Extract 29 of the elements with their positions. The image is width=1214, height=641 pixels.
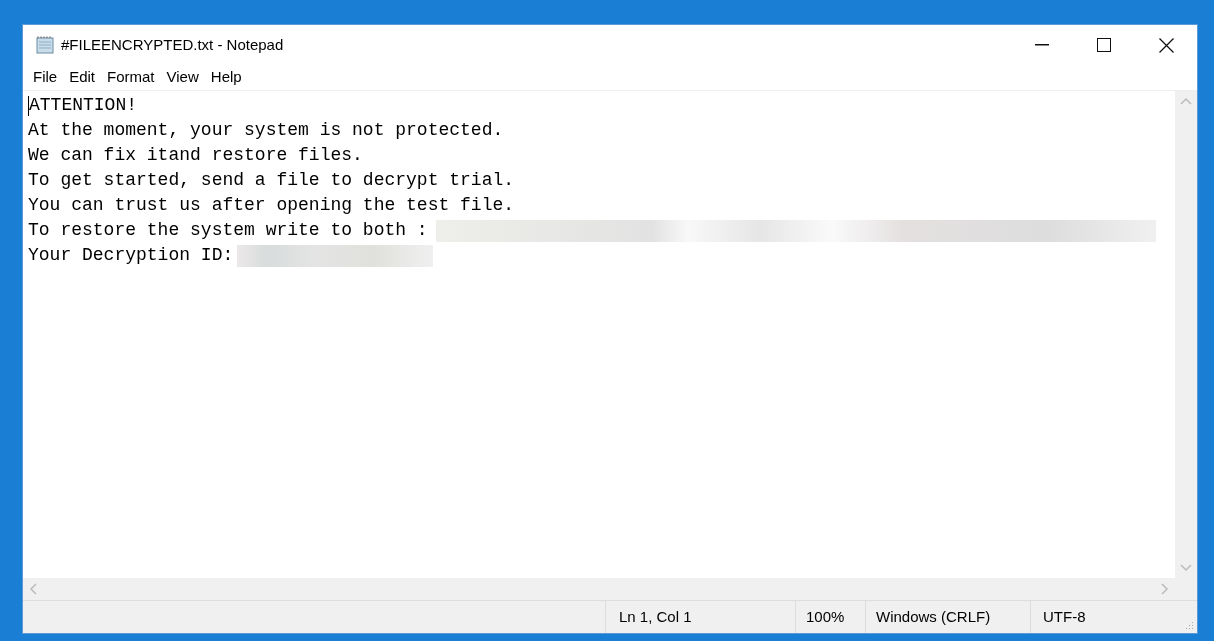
close-icon: [1158, 37, 1174, 53]
text-line: You can trust us after opening the test file.: [28, 194, 515, 217]
text-cursor: [28, 95, 29, 116]
window-title: #FILEENCRYPTED.txt - Notepad: [61, 34, 284, 55]
text-line: At the moment, your system is not protected.: [28, 119, 504, 142]
scroll-down-icon[interactable]: [1180, 564, 1192, 572]
horizontal-scrollbar[interactable]: [23, 578, 1175, 600]
text-line: To restore the system write to both :: [28, 219, 428, 242]
menu-item[interactable]: Format: [101, 66, 161, 89]
scroll-up-icon[interactable]: [1180, 97, 1192, 105]
maximize-icon: [1097, 38, 1111, 52]
zoom-level: 100%: [806, 606, 845, 627]
encoding: UTF-8: [1043, 606, 1086, 627]
text-line: We can fix itand restore files.: [28, 144, 363, 167]
vertical-scrollbar[interactable]: [1175, 91, 1197, 578]
menu-item[interactable]: View: [160, 66, 205, 89]
line-ending: Windows (CRLF): [876, 606, 991, 627]
text-line: To get started, send a file to decrypt trial.: [28, 169, 515, 192]
text-line: ATTENTION!: [29, 94, 138, 117]
cursor-position: Ln 1, Col 1: [619, 606, 692, 627]
size-grip-icon[interactable]: [1184, 620, 1194, 630]
scroll-left-icon[interactable]: [29, 583, 37, 595]
menu-item[interactable]: File: [27, 66, 64, 89]
menu-item[interactable]: Help: [204, 66, 248, 89]
menu-item[interactable]: Edit: [63, 66, 102, 89]
scroll-right-icon[interactable]: [1161, 583, 1169, 595]
notepad-icon: [35, 35, 55, 55]
minimize-icon: [1035, 44, 1049, 46]
text-line: Your Decryption ID:: [28, 244, 234, 267]
